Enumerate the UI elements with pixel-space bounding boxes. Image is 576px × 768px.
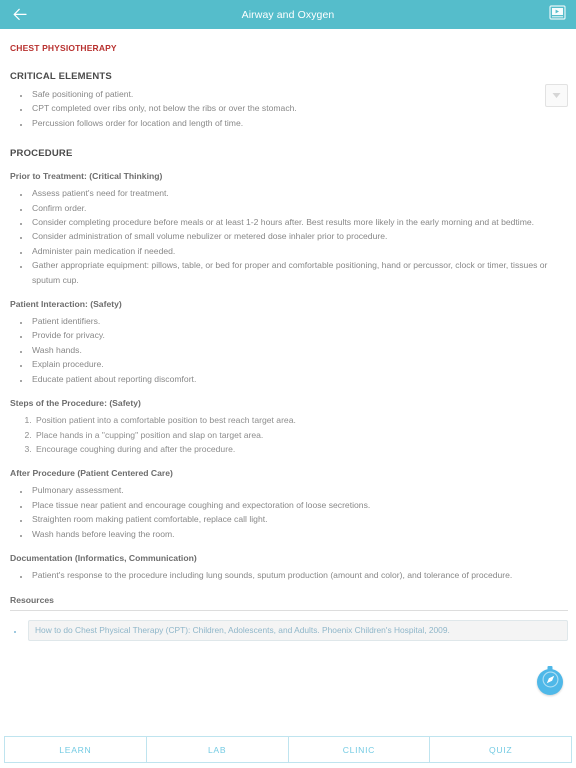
list-item: Place hands in a "cupping" position and … <box>34 428 568 442</box>
subheading-documentation: Documentation (Informatics, Communicatio… <box>10 552 197 563</box>
list-item: Wash hands. <box>30 343 568 357</box>
app-header: Airway and Oxygen <box>0 0 576 29</box>
list-item: Patient identifiers. <box>30 314 568 328</box>
document-title: CHEST PHYSIOTHERAPY <box>10 43 117 53</box>
resources-heading: Resources <box>10 595 568 612</box>
bottom-tab-bar: LEARN LAB CLINIC QUIZ <box>0 735 576 768</box>
steps-of-procedure-list: Position patient into a comfortable posi… <box>8 413 568 456</box>
list-item: Position patient into a comfortable posi… <box>34 413 568 427</box>
tab-label: QUIZ <box>488 744 513 755</box>
tab-lab[interactable]: LAB <box>145 736 288 763</box>
list-item: Consider completing procedure before mea… <box>30 215 568 229</box>
navigate-fab-button[interactable] <box>537 666 563 695</box>
list-item: Gather appropriate equipment: pillows, t… <box>30 258 568 287</box>
list-item: Confirm order. <box>30 201 568 215</box>
after-procedure-list: Pulmonary assessment. Place tissue near … <box>8 483 568 541</box>
list-item: Place tissue near patient and encourage … <box>30 498 568 512</box>
document-body: CHEST PHYSIOTHERAPY CRITICAL ELEMENTS Sa… <box>0 29 576 735</box>
documentation-list: Patient's response to the procedure incl… <box>8 568 568 582</box>
list-item: Educate patient about reporting discomfo… <box>30 372 568 386</box>
tab-label: CLINIC <box>342 744 376 755</box>
prior-to-treatment-list: Assess patient's need for treatment. Con… <box>8 186 568 287</box>
list-item: Percussion follows order for location an… <box>30 116 568 130</box>
page-title: Airway and Oxygen <box>241 8 335 21</box>
list-item: Patient's response to the procedure incl… <box>30 568 568 582</box>
list-item: Administer pain medication if needed. <box>30 244 568 258</box>
patient-interaction-list: Patient identifiers. Provide for privacy… <box>8 314 568 386</box>
tab-label: LEARN <box>59 744 92 755</box>
subheading-patient-interaction: Patient Interaction: (Safety) <box>10 299 122 310</box>
resource-link[interactable]: How to do Chest Physical Therapy (CPT): … <box>28 620 568 642</box>
arrow-left-icon <box>13 8 28 21</box>
list-item: Explain procedure. <box>30 357 568 371</box>
tab-clinic[interactable]: CLINIC <box>287 736 430 763</box>
collapse-toggle-button[interactable] <box>545 84 568 107</box>
list-item: Safe positioning of patient. <box>30 87 568 101</box>
chevron-down-icon <box>551 87 562 105</box>
list-item: Wash hands before leaving the room. <box>30 527 568 541</box>
list-item: Encourage coughing during and after the … <box>34 442 568 456</box>
video-slideshow-icon <box>548 4 566 25</box>
section-heading-procedure: PROCEDURE <box>10 148 73 160</box>
fab-nub <box>547 666 553 670</box>
list-item: Consider administration of small volume … <box>30 229 568 243</box>
app-root: Airway and Oxygen CHEST PHYSIOTHERAPY CR… <box>0 0 576 768</box>
list-item: Assess patient's need for treatment. <box>30 186 568 200</box>
list-item: Pulmonary assessment. <box>30 483 568 497</box>
tab-quiz[interactable]: QUIZ <box>429 736 572 763</box>
list-item: Straighten room making patient comfortab… <box>30 512 568 526</box>
tab-label: LAB <box>207 744 227 755</box>
section-heading-critical-elements: CRITICAL ELEMENTS <box>10 71 112 82</box>
resources-list: How to do Chest Physical Therapy (CPT): … <box>8 620 568 642</box>
subheading-steps-of-procedure: Steps of the Procedure: (Safety) <box>10 398 141 409</box>
subheading-after-procedure: After Procedure (Patient Centered Care) <box>10 468 173 479</box>
media-button[interactable] <box>546 0 568 29</box>
list-item: Provide for privacy. <box>30 328 568 342</box>
tab-learn[interactable]: LEARN <box>4 736 146 763</box>
list-item: How to do Chest Physical Therapy (CPT): … <box>24 620 568 642</box>
compass-navigate-icon <box>542 671 559 693</box>
list-item: CPT completed over ribs only, not below … <box>30 101 568 115</box>
subheading-prior-to-treatment: Prior to Treatment: (Critical Thinking) <box>10 171 163 182</box>
back-button[interactable] <box>0 0 40 29</box>
critical-elements-list: Safe positioning of patient. CPT complet… <box>8 87 568 130</box>
